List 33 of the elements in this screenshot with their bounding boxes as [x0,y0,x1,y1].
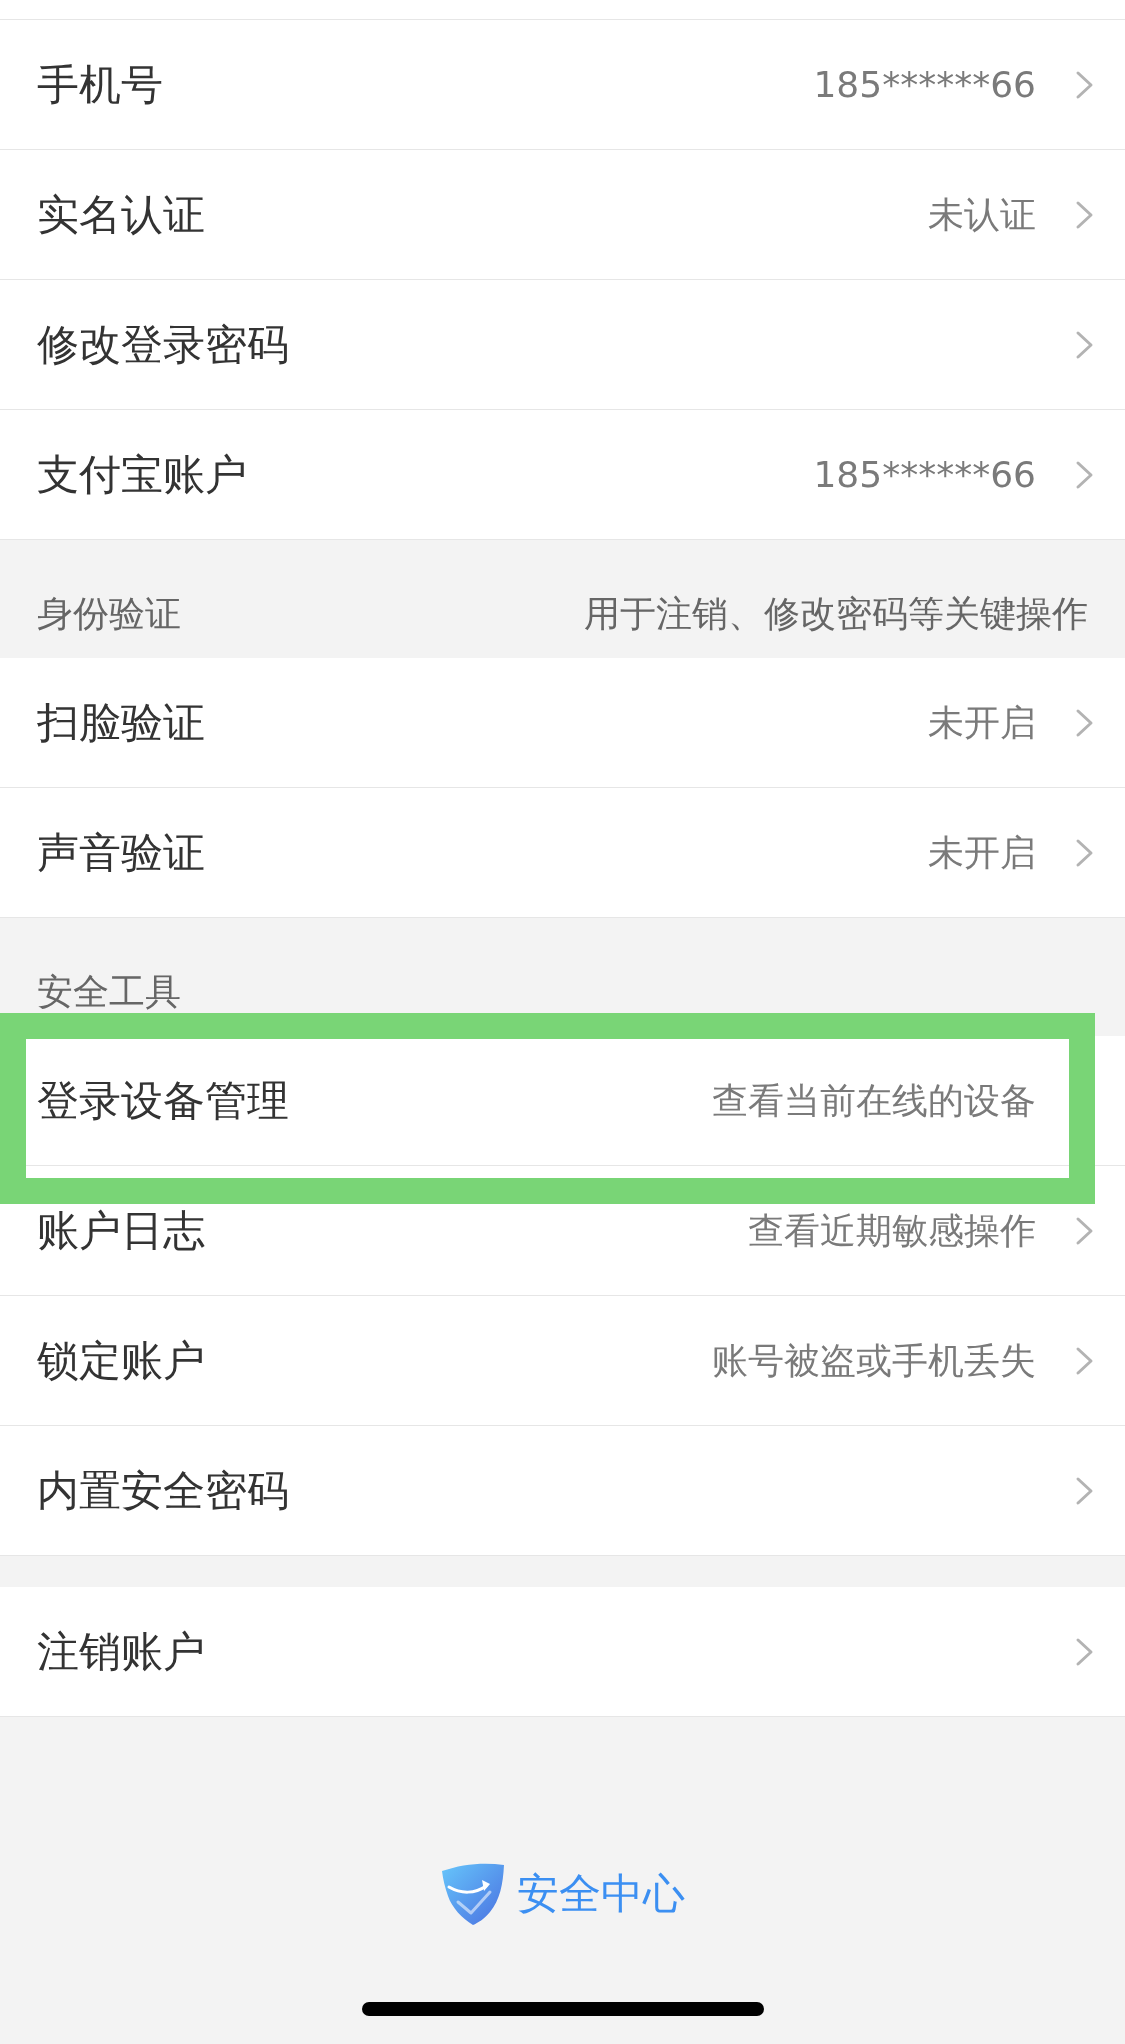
setting-value: 未开启 [928,700,1036,745]
setting-label: 声音验证 [37,827,205,878]
setting-label: 注销账户 [37,1626,205,1677]
settings-row[interactable]: 注销账户 [0,1587,1125,1717]
section-title: 安全工具 [37,972,181,1012]
setting-value: 未认证 [928,192,1036,237]
section-note: 用于注销、修改密码等关键操作 [584,594,1088,634]
settings-row[interactable]: 锁定账户 账号被盗或手机丢失 [0,1296,1125,1426]
setting-value: 185******66 [813,62,1036,107]
setting-label: 登录设备管理 [37,1075,289,1126]
setting-label: 手机号 [37,59,163,110]
settings-row[interactable]: 声音验证 未开启 [0,788,1125,918]
setting-value: 未开启 [928,830,1036,875]
setting-label: 实名认证 [37,189,205,240]
setting-label: 账户日志 [37,1205,205,1256]
settings-row[interactable]: 支付宝账户 185******66 [0,410,1125,540]
setting-label: 内置安全密码 [37,1465,289,1516]
setting-label: 修改登录密码 [37,319,289,370]
settings-row[interactable]: 扫脸验证 未开启 [0,658,1125,788]
setting-value: 185******66 [813,452,1036,497]
setting-label: 锁定账户 [37,1335,205,1386]
setting-value: 查看当前在线的设备 [712,1078,1036,1123]
section-title: 身份验证 [37,594,181,634]
brand-name: 安全中心 [517,1869,685,1919]
settings-row[interactable]: 手机号 185******66 [0,20,1125,150]
setting-value: 账号被盗或手机丢失 [712,1338,1036,1383]
settings-row[interactable]: 修改登录密码 [0,280,1125,410]
setting-label: 扫脸验证 [37,697,205,748]
shield-logo-icon [440,1862,506,1926]
setting-value: 查看近期敏感操作 [748,1208,1036,1253]
settings-row[interactable]: 实名认证 未认证 [0,150,1125,280]
settings-row[interactable]: 内置安全密码 [0,1426,1125,1556]
setting-label: 支付宝账户 [37,449,247,500]
